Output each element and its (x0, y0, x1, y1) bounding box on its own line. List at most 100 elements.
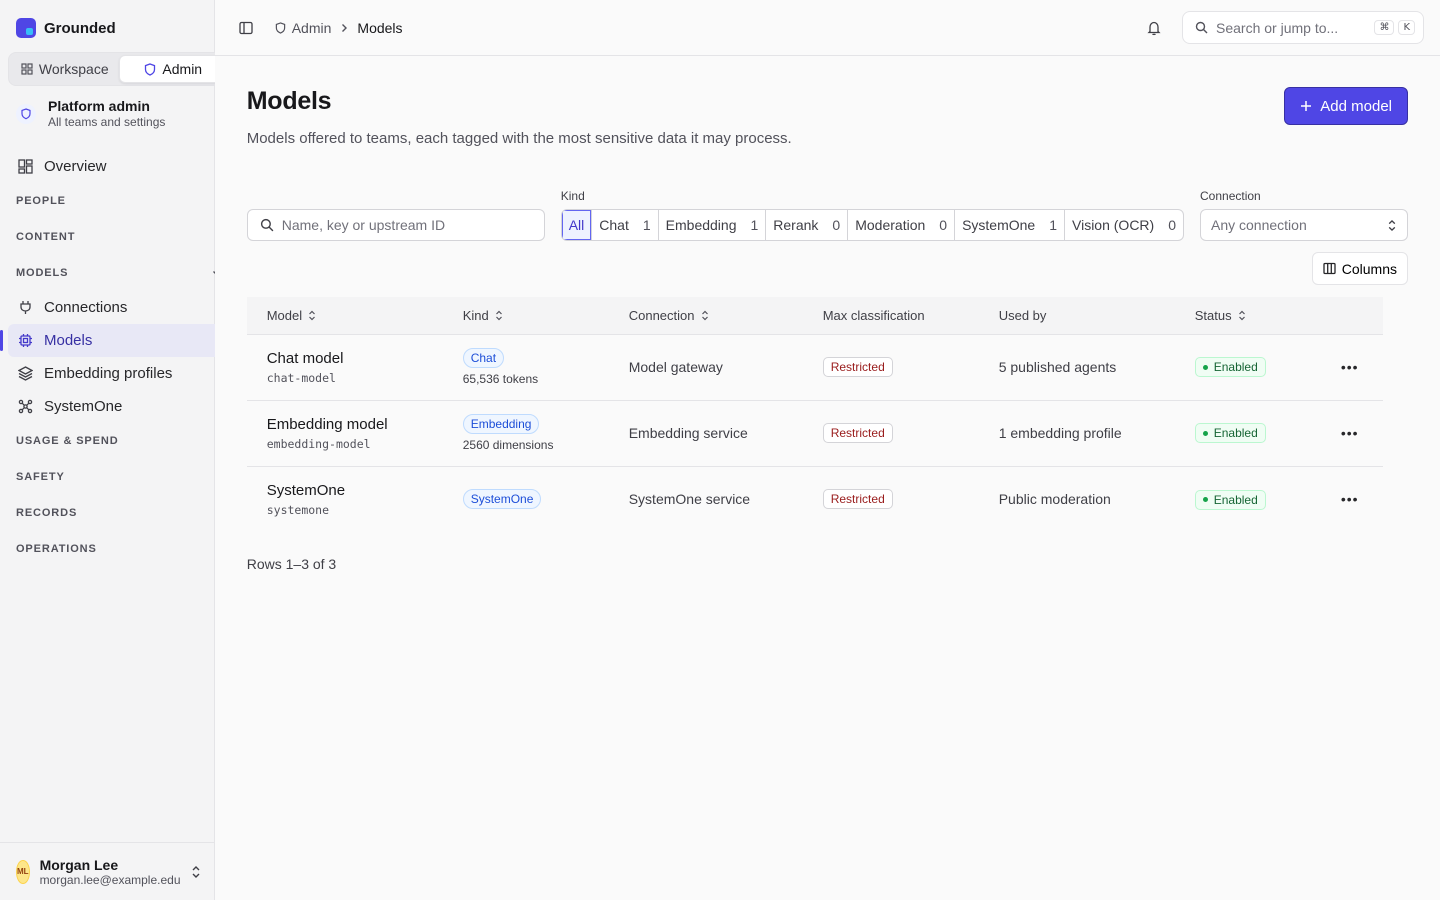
admin-mode-button[interactable]: Admin (118, 55, 228, 83)
plug-icon (16, 299, 34, 317)
shield-icon (144, 62, 156, 76)
kind-label: SystemOne (962, 217, 1036, 233)
column-header-kind[interactable]: Kind (442, 297, 609, 335)
sidebar-item-overview[interactable]: Overview (8, 150, 232, 183)
kind-filter-moderation[interactable]: Moderation 0 (847, 210, 954, 240)
section-label: RECORDS (16, 507, 78, 519)
breadcrumb-admin[interactable]: Admin (275, 19, 332, 36)
header-label: Connection (628, 307, 695, 323)
brand-name: Grounded (44, 19, 116, 37)
sort-icon (701, 310, 709, 321)
sidebar-section-content[interactable]: CONTENT (8, 219, 232, 255)
model-name[interactable]: SystemOne (267, 482, 443, 499)
section-label: USAGE & SPEND (16, 435, 119, 447)
kind-count: 0 (832, 217, 841, 233)
kind-badge: Chat (462, 348, 505, 368)
table-row[interactable]: SystemOne systemone SystemOne SystemOne s… (247, 466, 1383, 532)
more-actions-icon[interactable]: ••• (1335, 359, 1365, 375)
kind-detail: 2560 dimensions (462, 438, 554, 452)
sidebar-section-models[interactable]: MODELS (8, 255, 232, 291)
used-by-cell: 1 embedding profile (978, 400, 1175, 467)
sidebar-item-systemone[interactable]: SystemOne (8, 390, 232, 423)
connection-cell: Embedding service (608, 400, 803, 467)
kind-filter-rerank[interactable]: Rerank 0 (765, 210, 847, 240)
add-model-button[interactable]: Add model (1284, 87, 1408, 125)
sidebar-item-label: Connections (44, 299, 128, 316)
sidebar-toggle-icon[interactable] (239, 21, 253, 35)
sidebar-item-embedding-profiles[interactable]: Embedding profiles (8, 357, 232, 390)
sidebar-section-records[interactable]: RECORDS (8, 495, 232, 531)
cpu-icon (16, 332, 34, 350)
kind-label: Rerank (773, 217, 819, 233)
header-label: Kind (462, 307, 489, 323)
shield-icon (16, 103, 36, 124)
column-header-connection[interactable]: Connection (608, 297, 803, 335)
more-actions-icon[interactable]: ••• (1335, 425, 1365, 441)
page-title: Models (246, 87, 332, 115)
admin-mode-label: Admin (162, 61, 203, 77)
model-name[interactable]: Chat model (267, 350, 443, 367)
bell-icon[interactable] (1146, 20, 1162, 36)
shortcut-key: ⌘ (1374, 20, 1395, 35)
chevrons-up-down-icon (1387, 219, 1397, 232)
sidebar-section-safety[interactable]: SAFETY (8, 459, 232, 495)
table-header-row: Model Kind Connection Max classification… (246, 297, 1383, 335)
status-label: Enabled (1213, 492, 1258, 507)
columns-button[interactable]: Columns (1311, 252, 1408, 285)
models-table: Model Kind Connection Max classification… (246, 297, 1383, 532)
workspace-mode-button[interactable]: Workspace (11, 55, 119, 83)
grid-icon (21, 63, 33, 75)
status-dot (1202, 497, 1208, 502)
table-row[interactable]: Chat model chat-model Chat 65,536 tokens M… (246, 334, 1383, 401)
context-title: Platform admin (48, 98, 150, 114)
context-header: Platform admin All teams and settings (16, 98, 206, 129)
table-row[interactable]: Embedding model embedding-model Embedding… (246, 400, 1383, 467)
shortcut-key: K (1398, 20, 1415, 35)
model-search-input[interactable]: Name, key or upstream ID (246, 209, 545, 241)
kind-filter-systemone[interactable]: SystemOne 1 (954, 210, 1064, 240)
model-key: embedding-model (266, 436, 371, 451)
more-actions-icon[interactable]: ••• (1335, 491, 1365, 507)
header-label: Status (1194, 307, 1232, 323)
kind-label: Moderation (855, 217, 926, 233)
connection-cell: SystemOne service (628, 491, 751, 508)
sidebar-section-people[interactable]: PEOPLE (8, 183, 232, 219)
column-header-max-classification: Max classification (802, 297, 979, 335)
kind-filter-embedding[interactable]: Embedding 1 (657, 210, 766, 240)
sidebar-item-label: Embedding profiles (44, 365, 173, 382)
sidebar-item-models[interactable]: Models (0, 324, 232, 357)
sidebar-section-usage-spend[interactable]: USAGE & SPEND (8, 423, 232, 459)
breadcrumb-current: Models (357, 19, 403, 36)
sidebar: Grounded Workspace Admin Platform admin … (0, 0, 232, 900)
connection-select-value: Any connection (1211, 217, 1307, 233)
global-search[interactable]: Search or jump to... ⌘ K (1182, 11, 1424, 44)
column-header-status[interactable]: Status (1174, 297, 1315, 335)
brand[interactable]: Grounded (0, 0, 214, 56)
search-icon (1195, 21, 1208, 34)
model-name[interactable]: Embedding model (267, 416, 443, 433)
sidebar-nav: Overview PEOPLE CONTENT MODELS Connectio… (0, 150, 232, 567)
kind-filter-chat[interactable]: Chat 1 (591, 210, 657, 240)
kind-filter-label: Kind (560, 189, 585, 203)
sidebar-item-label: Overview (44, 158, 107, 175)
kind-filter-all[interactable]: All (561, 210, 592, 240)
breadcrumb-label: Admin (291, 19, 332, 36)
connection-select[interactable]: Any connection (1200, 209, 1408, 241)
kind-count: 1 (750, 217, 759, 233)
kind-count: 1 (642, 217, 651, 233)
user-email: morgan.lee@example.edu (39, 872, 181, 887)
kind-filter-vision-ocr[interactable]: Vision (OCR) 0 (1064, 210, 1183, 240)
status-badge: Enabled (1194, 423, 1266, 444)
section-label: SAFETY (16, 471, 65, 483)
kind-label: Vision (OCR) (1072, 217, 1155, 233)
status-dot (1202, 430, 1208, 436)
header-label: Max classification (822, 307, 925, 323)
sidebar-item-connections[interactable]: Connections (8, 291, 232, 324)
sidebar-section-operations[interactable]: OPERATIONS (8, 531, 232, 567)
classification-badge: Restricted (822, 489, 893, 510)
column-header-model[interactable]: Model (246, 297, 443, 335)
context-subtitle: All teams and settings (48, 115, 166, 129)
user-menu[interactable]: ML Morgan Lee morgan.lee@example.edu (0, 842, 214, 900)
search-placeholder: Name, key or upstream ID (281, 217, 446, 233)
kind-count: 1 (1049, 217, 1057, 233)
